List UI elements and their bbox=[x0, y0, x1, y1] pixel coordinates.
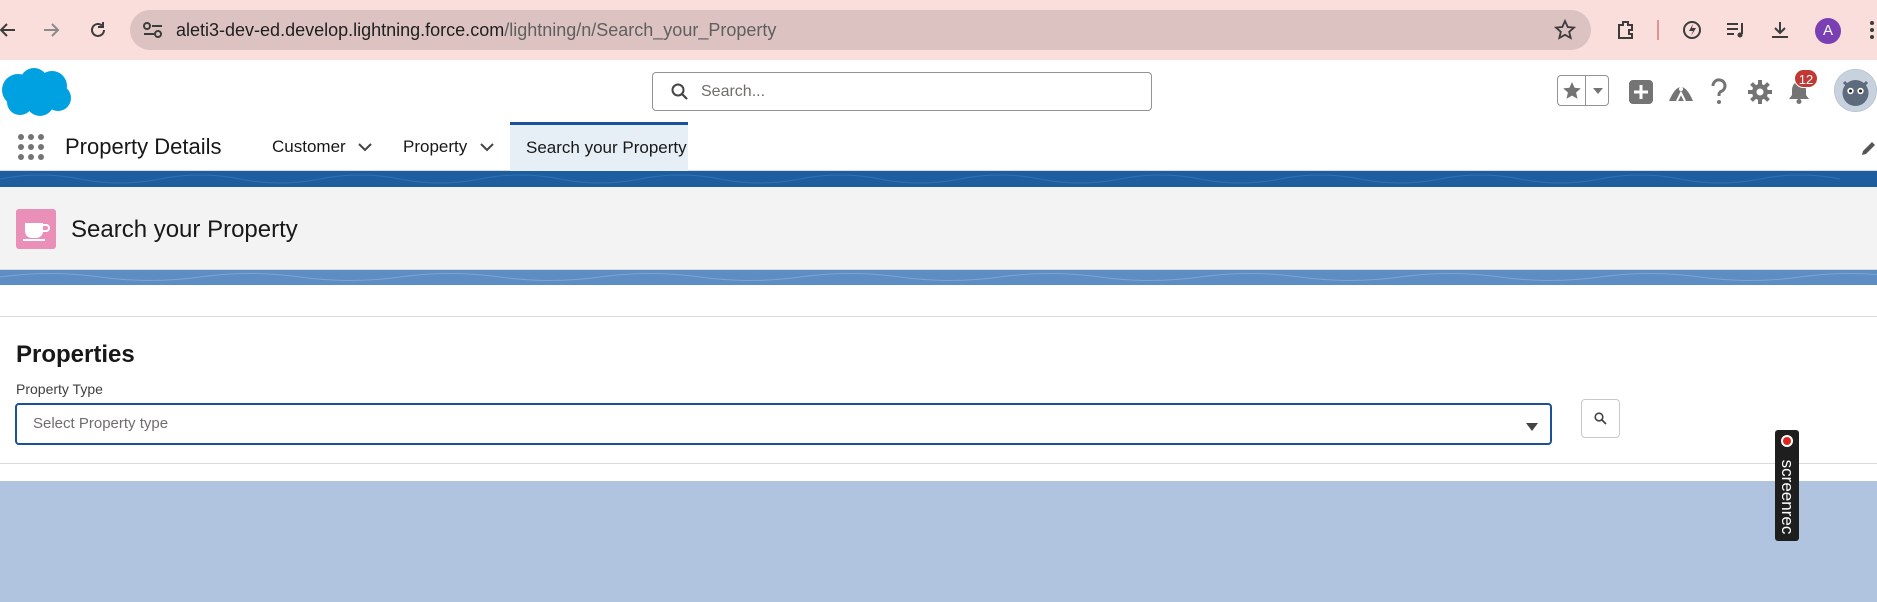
back-icon[interactable] bbox=[0, 14, 24, 46]
user-avatar[interactable] bbox=[1834, 69, 1877, 112]
favorites-button[interactable] bbox=[1557, 75, 1609, 106]
page-decorative-band bbox=[0, 270, 1877, 285]
url-text: aleti3-dev-ed.develop.lightning.force.co… bbox=[176, 10, 776, 50]
url-path: /lightning/n/Search_your_Property bbox=[504, 20, 777, 40]
tab-search-your-property[interactable]: Search your Property bbox=[510, 122, 688, 171]
trailhead-guidance-icon[interactable] bbox=[1667, 79, 1695, 105]
site-settings-icon[interactable] bbox=[142, 20, 164, 40]
tab-customer-label: Customer bbox=[272, 137, 346, 156]
global-actions-icon[interactable] bbox=[1629, 80, 1653, 104]
favorites-dropdown-icon[interactable] bbox=[1587, 76, 1609, 105]
property-type-label: Property Type bbox=[16, 381, 103, 397]
extensions-icon[interactable] bbox=[1610, 14, 1642, 46]
setup-gear-icon[interactable] bbox=[1747, 79, 1773, 105]
tab-customer-chevron-down-icon[interactable] bbox=[357, 140, 373, 152]
properties-card: Properties Property Type Select Property… bbox=[0, 316, 1877, 464]
header-decorative-band bbox=[0, 171, 1877, 187]
global-search-input[interactable]: Search... bbox=[652, 72, 1152, 111]
screenrec-label: screenrec bbox=[1778, 459, 1797, 535]
search-button-icon bbox=[1594, 412, 1607, 425]
app-name: Property Details bbox=[65, 134, 222, 159]
main-content: Properties Property Type Select Property… bbox=[0, 285, 1877, 481]
salesforce-logo[interactable] bbox=[0, 66, 74, 118]
edit-nav-pencil-icon[interactable] bbox=[1859, 140, 1877, 158]
tab-property-label: Property bbox=[403, 137, 468, 156]
search-placeholder: Search... bbox=[701, 83, 766, 100]
tab-property-chevron-down-icon[interactable] bbox=[479, 140, 495, 152]
bookmark-star-icon[interactable] bbox=[1553, 18, 1577, 41]
url-host: aleti3-dev-ed.develop.lightning.force.co… bbox=[176, 20, 505, 40]
tab-search-your-property-label: Search your Property bbox=[526, 138, 687, 157]
screenrec-widget[interactable]: screenrec bbox=[1775, 430, 1799, 541]
extension-bolt-icon[interactable] bbox=[1676, 14, 1708, 46]
property-type-placeholder: Select Property type bbox=[33, 415, 169, 432]
property-type-select[interactable]: Select Property type bbox=[15, 403, 1552, 445]
global-header: Search... 12 bbox=[0, 60, 1877, 122]
page-coffee-icon bbox=[16, 209, 56, 249]
notification-count-badge: 12 bbox=[1794, 69, 1818, 88]
app-navigation-bar: Property Details Customer Property Searc… bbox=[0, 122, 1877, 171]
reload-icon[interactable] bbox=[82, 14, 114, 46]
search-properties-button[interactable] bbox=[1581, 399, 1620, 438]
address-bar[interactable]: aleti3-dev-ed.develop.lightning.force.co… bbox=[130, 10, 1591, 50]
page-title: Search your Property bbox=[71, 216, 298, 243]
tab-property[interactable]: Property bbox=[403, 122, 467, 171]
favorites-star-icon[interactable] bbox=[1558, 76, 1586, 105]
browser-toolbar: aleti3-dev-ed.develop.lightning.force.co… bbox=[0, 0, 1877, 60]
app-launcher-icon[interactable] bbox=[17, 133, 45, 161]
record-indicator-icon bbox=[1781, 435, 1793, 447]
download-icon[interactable] bbox=[1764, 14, 1796, 46]
card-title: Properties bbox=[16, 341, 135, 368]
toolbar-divider bbox=[1657, 20, 1659, 40]
profile-avatar[interactable]: A bbox=[1815, 18, 1841, 44]
tab-customer[interactable]: Customer bbox=[272, 122, 346, 171]
forward-icon[interactable] bbox=[35, 14, 67, 46]
select-dropdown-icon[interactable] bbox=[1525, 419, 1539, 431]
help-icon[interactable] bbox=[1708, 78, 1730, 106]
media-controls-icon[interactable] bbox=[1720, 14, 1752, 46]
page-header: Search your Property bbox=[0, 187, 1877, 270]
search-icon bbox=[671, 83, 689, 101]
browser-menu-icon[interactable] bbox=[1856, 14, 1877, 46]
